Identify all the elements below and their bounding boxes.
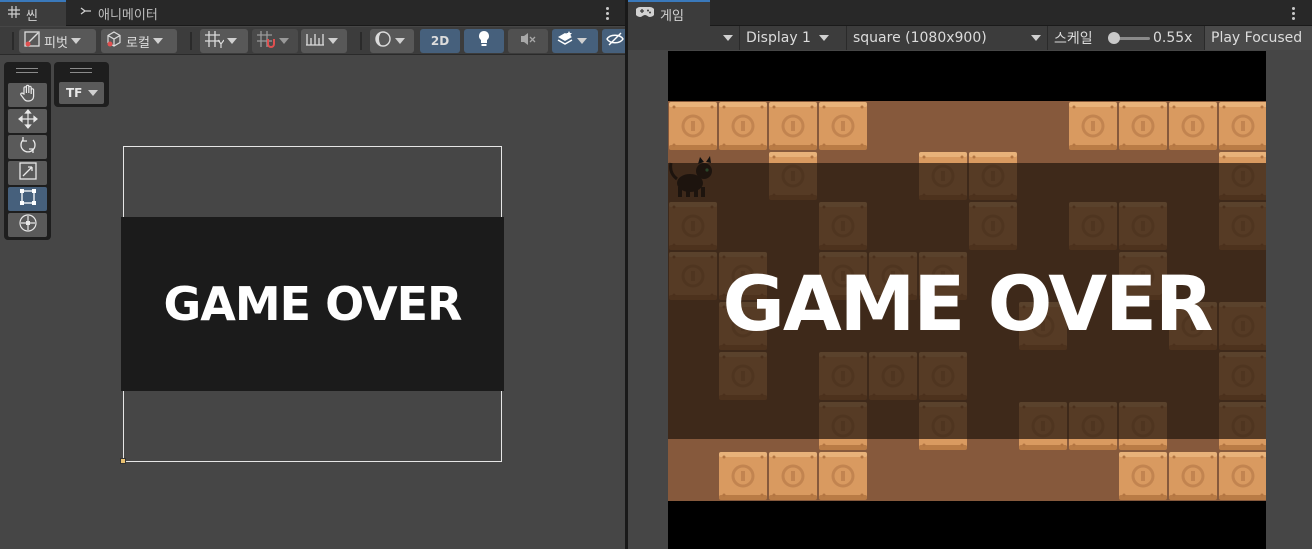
game-more-options-icon[interactable] <box>1286 4 1300 22</box>
ruler-icon <box>305 30 325 52</box>
chevron-down-icon <box>577 38 587 44</box>
chevron-down-icon <box>723 35 733 41</box>
rect-transform-icon <box>18 187 38 211</box>
magnet-grid-icon <box>256 30 276 52</box>
palette-drag-handle[interactable] <box>70 68 92 73</box>
resolution-dropdown[interactable]: square (1080x900) <box>847 26 1048 50</box>
rotate-tool[interactable] <box>8 135 47 159</box>
increment-snap-button[interactable] <box>252 29 298 53</box>
tab-scene[interactable]: 씬 <box>0 0 66 26</box>
tf-dropdown[interactable]: TF <box>59 82 104 104</box>
resolution-label: square (1080x900) <box>853 30 987 46</box>
animator-icon <box>80 5 92 21</box>
scene-game-over-text[interactable]: GAME OVER <box>121 217 504 391</box>
hand-tool[interactable] <box>8 83 47 107</box>
chevron-down-icon <box>818 35 829 41</box>
scene-more-options-icon[interactable] <box>600 4 614 22</box>
effects-dropdown[interactable] <box>552 29 598 53</box>
scene-toolbar: 피벗 로컬 2D <box>0 27 625 55</box>
local-dropdown[interactable]: 로컬 <box>101 29 177 53</box>
chevron-down-icon <box>328 38 338 44</box>
scale-label: 스케일 <box>1054 31 1093 47</box>
audio-muted-icon <box>519 31 537 51</box>
eye-slash-icon <box>606 32 624 50</box>
game-toolbar: Display 1 square (1080x900) 스케일 0.55x Pl… <box>628 26 1312 50</box>
transform-icon <box>18 213 38 237</box>
game-view-dropdown[interactable] <box>628 26 740 50</box>
hand-icon <box>18 83 38 107</box>
tab-scene-label: 씬 <box>26 8 38 24</box>
pivot-label: 피벗 <box>44 35 68 51</box>
chevron-down-icon <box>279 38 289 44</box>
chevron-down-icon <box>152 38 163 44</box>
play-focused-label: Play Focused <box>1211 30 1303 46</box>
tab-animator[interactable]: 애니메이터 <box>72 0 166 26</box>
game-game-over-text: GAME OVER <box>722 258 1213 348</box>
move-tool[interactable] <box>8 109 47 133</box>
chevron-down-icon <box>1031 35 1041 41</box>
display-label: Display 1 <box>746 30 811 46</box>
audio-toggle[interactable] <box>508 29 548 53</box>
canvas-pivot-handle[interactable] <box>120 458 126 464</box>
chevron-down-icon <box>88 90 99 96</box>
move-arrows-icon <box>17 109 38 133</box>
pivot-dropdown[interactable]: 피벗 <box>19 29 96 53</box>
grid-icon <box>8 6 20 22</box>
toolbar-separator <box>360 32 362 50</box>
tool-palette <box>4 62 51 240</box>
sphere-icon <box>374 30 392 52</box>
rotate-icon <box>18 135 38 159</box>
game-view[interactable]: GAME OVER <box>668 51 1266 549</box>
shading-mode-dropdown[interactable] <box>370 29 414 53</box>
gamepad-icon <box>635 6 655 22</box>
scene-panel: 씬 애니메이터 피벗 로컬 2D TF GAME OVER <box>0 0 625 549</box>
transform-tool[interactable] <box>8 213 47 237</box>
scale-icon <box>18 161 38 185</box>
hidden-objects-toggle[interactable] <box>602 29 625 53</box>
palette-drag-handle[interactable] <box>16 68 38 73</box>
rect-tool[interactable] <box>8 187 47 211</box>
mode-2d-label: 2D <box>430 34 450 48</box>
tab-animator-label: 애니메이터 <box>98 7 158 23</box>
cube-icon <box>105 30 123 52</box>
scale-tool[interactable] <box>8 161 47 185</box>
lighting-toggle[interactable] <box>464 29 504 53</box>
toolbar-separator <box>12 32 14 50</box>
play-focused-dropdown[interactable]: Play Focused <box>1205 26 1312 50</box>
chevron-down-icon <box>395 38 405 44</box>
mode-2d-toggle[interactable]: 2D <box>420 29 460 53</box>
layers-icon <box>556 30 574 52</box>
scale-slider-handle[interactable] <box>1108 32 1120 44</box>
game-tab-bar: 게임 <box>628 0 1312 26</box>
ruler-snap-button[interactable] <box>301 29 347 53</box>
tab-game[interactable]: 게임 <box>628 0 710 26</box>
scene-tab-bar: 씬 애니메이터 <box>0 0 625 26</box>
chevron-down-icon <box>70 38 81 44</box>
display-dropdown[interactable]: Display 1 <box>740 26 847 50</box>
local-label: 로컬 <box>126 35 150 51</box>
toolbar-separator <box>190 32 192 50</box>
grid-snap-icon <box>204 30 225 52</box>
tf-palette: TF <box>54 62 109 107</box>
game-panel: 게임 Display 1 square (1080x900) 스케일 0.55x… <box>628 0 1312 549</box>
scale-value: 0.55x <box>1153 30 1193 46</box>
tf-label: TF <box>66 86 83 100</box>
chevron-down-icon <box>227 38 237 44</box>
lightbulb-icon <box>477 30 491 52</box>
tab-game-label: 게임 <box>660 8 684 24</box>
pivot-icon <box>23 30 41 52</box>
grid-snap-button[interactable] <box>200 29 248 53</box>
